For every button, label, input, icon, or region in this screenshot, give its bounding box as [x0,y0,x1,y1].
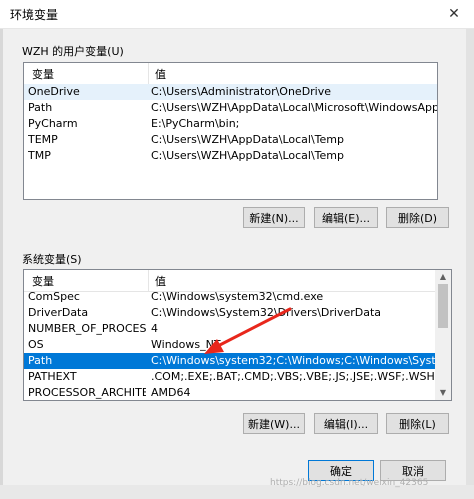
watermark: https://blog.csdn.net/weixin_42365 [270,478,429,488]
system-edit-button[interactable]: 编辑(I)... [314,413,378,434]
system-delete-button[interactable]: 删除(L) [386,413,449,434]
system-new-button[interactable]: 新建(W)... [243,413,305,434]
